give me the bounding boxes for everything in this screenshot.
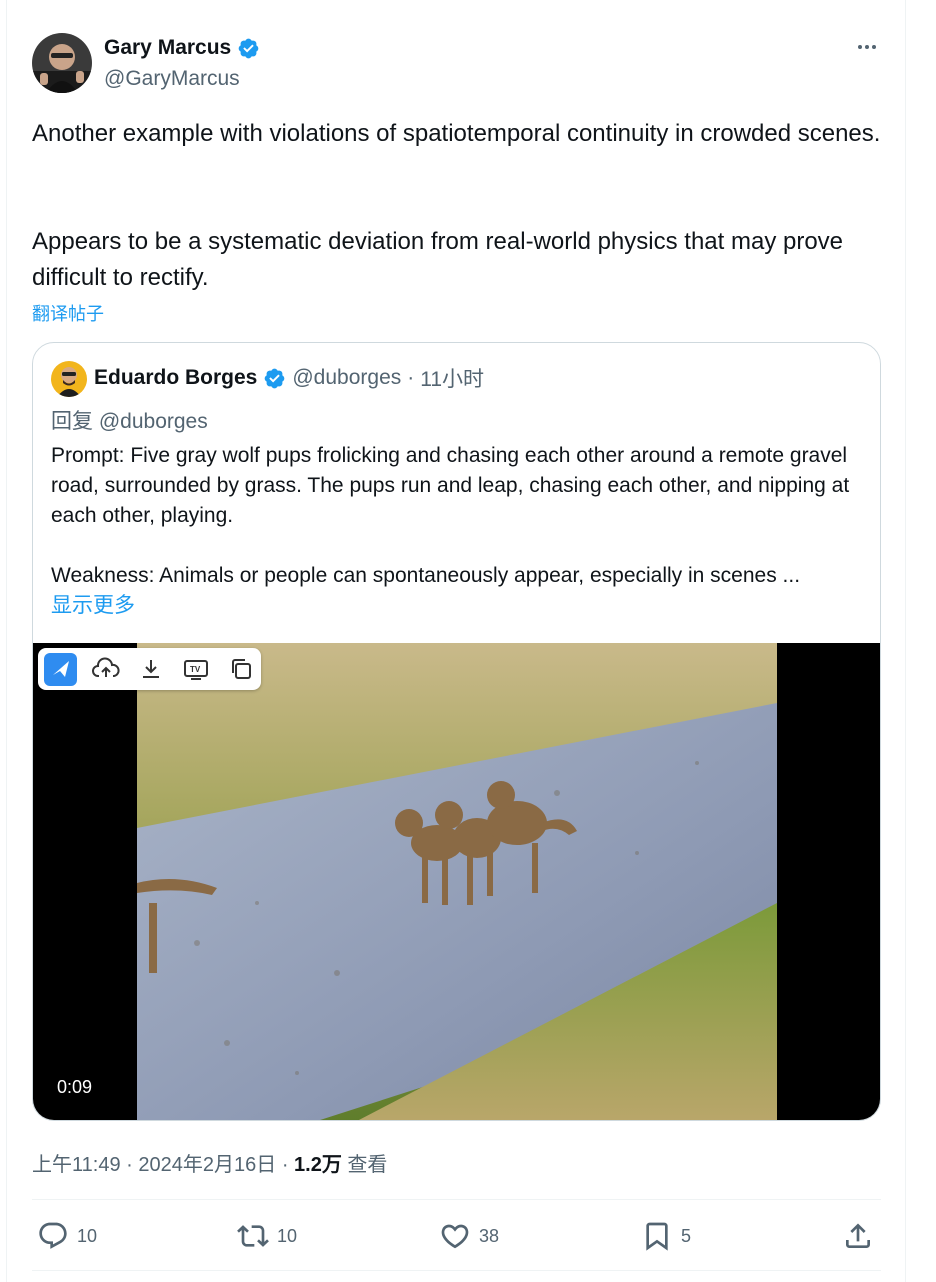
repost-count: 10: [277, 1225, 298, 1246]
quoted-author-handle[interactable]: @duborges: [292, 366, 401, 390]
reply-to-line: 回复 @duborges: [51, 405, 208, 435]
share-button[interactable]: [842, 1208, 874, 1264]
post-text-paragraph-2: Appears to be a systematic deviation fro…: [32, 228, 844, 291]
video-toolbar: TV: [38, 648, 261, 690]
author-name[interactable]: Gary Marcus: [104, 36, 260, 60]
copy-icon[interactable]: [224, 653, 257, 686]
divider: [32, 1199, 881, 1200]
quoted-post-header: Eduardo Borges @duborges · 11小时: [94, 363, 484, 393]
divider: [32, 1270, 881, 1271]
post-date[interactable]: 2024年2月16日: [138, 1154, 276, 1176]
post-timestamp: 上午11:49 · 2024年2月16日 · 1.2万 查看: [32, 1148, 387, 1177]
quoted-author-avatar: [51, 361, 87, 397]
meta-separator: ·: [281, 1154, 289, 1176]
video-duration: 0:09: [57, 1077, 93, 1097]
meta-separator: ·: [407, 366, 415, 389]
bookmark-count: 5: [681, 1225, 692, 1246]
quoted-author-name[interactable]: Eduardo Borges: [94, 366, 257, 390]
share-icon: [846, 1223, 870, 1248]
reply-icon: [39, 1222, 67, 1249]
quoted-post-card[interactable]: Eduardo Borges @duborges · 11小时 回复 @dubo…: [32, 342, 881, 1121]
more-horizontal-icon[interactable]: [852, 36, 882, 58]
bookmark-button[interactable]: 5: [641, 1208, 691, 1264]
quoted-text-paragraph-1: Prompt: Five gray wolf pups frolicking a…: [51, 444, 850, 527]
bookmark-icon: [646, 1222, 668, 1251]
like-count: 38: [479, 1225, 500, 1246]
repost-button[interactable]: 10: [237, 1208, 297, 1264]
reply-to-handle[interactable]: @duborges: [99, 410, 208, 433]
download-icon[interactable]: [134, 653, 167, 686]
quoted-text-paragraph-2: Weakness: Animals or people can spontane…: [51, 564, 801, 587]
video-frame-wolf-pups: [137, 643, 777, 1120]
views-label: 查看: [347, 1154, 388, 1176]
svg-text:TV: TV: [190, 665, 201, 674]
reply-count: 10: [77, 1225, 98, 1246]
post-actions-bar: 10 10 38 5: [32, 1208, 881, 1264]
tv-icon[interactable]: TV: [179, 653, 212, 686]
like-button[interactable]: 38: [439, 1208, 499, 1264]
post-time[interactable]: 上午11:49: [32, 1154, 121, 1176]
verified-badge-icon: [265, 368, 285, 388]
app-logo-icon[interactable]: [44, 652, 77, 686]
repost-icon: [237, 1225, 269, 1247]
show-more-link[interactable]: 显示更多: [51, 589, 135, 619]
verified-badge-icon: [238, 38, 259, 58]
cloud-upload-icon[interactable]: [89, 653, 122, 686]
views-count: 1.2万: [294, 1154, 342, 1176]
post-text-paragraph-1: Another example with violations of spati…: [32, 120, 881, 147]
reply-button[interactable]: 10: [37, 1208, 97, 1264]
video-player[interactable]: TV 0:09: [33, 643, 880, 1120]
author-handle[interactable]: @GaryMarcus: [104, 67, 240, 91]
translate-post-link[interactable]: 翻译帖子: [32, 300, 104, 326]
like-icon: [441, 1224, 469, 1249]
author-avatar[interactable]: [32, 33, 92, 93]
quoted-post-time[interactable]: 11小时: [420, 363, 484, 393]
reply-prefix: 回复: [51, 410, 93, 433]
author-name-text: Gary Marcus: [104, 36, 232, 59]
meta-separator: ·: [126, 1154, 133, 1176]
